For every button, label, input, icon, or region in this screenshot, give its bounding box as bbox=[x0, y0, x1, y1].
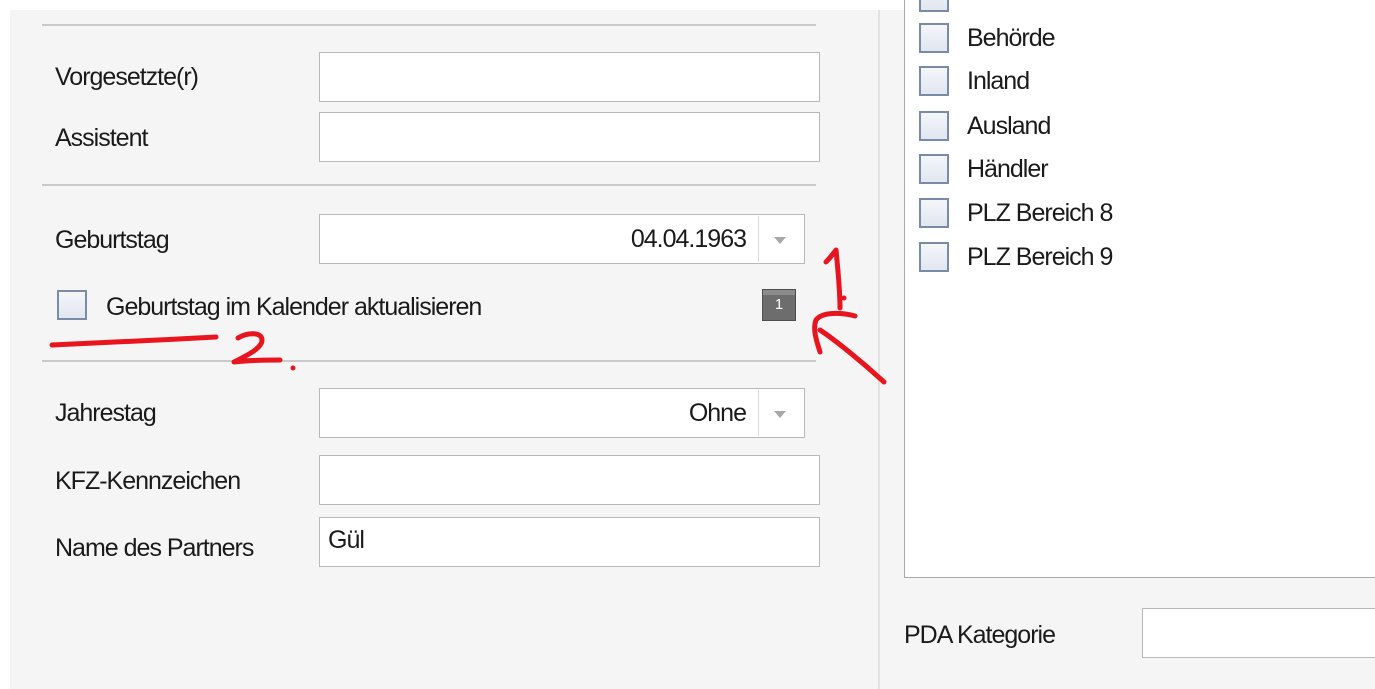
chevron-down-icon bbox=[774, 411, 786, 418]
pda-category-input[interactable] bbox=[1142, 608, 1375, 658]
license-plate-label: KFZ-Kennzeichen bbox=[55, 467, 241, 495]
category-label: Händler bbox=[967, 155, 1049, 183]
category-checkbox[interactable] bbox=[919, 111, 949, 141]
counter-badge[interactable]: 1 bbox=[762, 289, 796, 321]
assistant-label: Assistent bbox=[55, 124, 148, 152]
category-list[interactable]: Behörde Inland Ausland Händler PLZ Berei… bbox=[904, 0, 1375, 578]
anniversary-label: Jahrestag bbox=[55, 399, 157, 427]
category-label: PLZ Bereich 8 bbox=[967, 199, 1113, 227]
license-plate-input[interactable] bbox=[319, 455, 820, 505]
anniversary-select[interactable]: Ohne bbox=[319, 388, 805, 438]
category-checkbox-partial[interactable] bbox=[919, 0, 949, 12]
birthday-date-picker[interactable]: 04.04.1963 bbox=[319, 214, 805, 264]
partner-name-label: Name des Partners bbox=[55, 534, 254, 562]
birthday-calendar-checkbox-label[interactable]: Geburtstag im Kalender aktualisieren bbox=[106, 292, 482, 322]
birthday-label: Geburtstag bbox=[55, 226, 170, 254]
category-label: Behörde bbox=[967, 24, 1056, 52]
supervisor-label: Vorgesetzte(r) bbox=[55, 63, 199, 91]
supervisor-input[interactable] bbox=[319, 52, 820, 102]
category-label: Inland bbox=[967, 67, 1030, 95]
chevron-down-icon bbox=[774, 237, 786, 244]
partner-name-input[interactable]: Gül bbox=[319, 517, 820, 567]
birthday-dropdown-button[interactable] bbox=[758, 216, 803, 262]
category-checkbox[interactable] bbox=[919, 154, 949, 184]
category-label: PLZ Bereich 9 bbox=[967, 243, 1113, 271]
category-checkbox[interactable] bbox=[919, 23, 949, 53]
anniversary-dropdown-button[interactable] bbox=[758, 390, 803, 436]
category-checkbox[interactable] bbox=[919, 66, 949, 96]
anniversary-value: Ohne bbox=[688, 399, 747, 427]
separator-top bbox=[42, 24, 816, 26]
birthday-value: 04.04.1963 bbox=[630, 225, 747, 253]
separator-middle bbox=[42, 184, 816, 186]
separator-lower bbox=[42, 360, 816, 362]
birthday-calendar-checkbox[interactable] bbox=[57, 290, 87, 320]
assistant-input[interactable] bbox=[319, 112, 820, 162]
category-checkbox[interactable] bbox=[919, 198, 949, 228]
category-label: Ausland bbox=[967, 112, 1051, 140]
pda-category-label: PDA Kategorie bbox=[904, 621, 1056, 649]
category-checkbox[interactable] bbox=[919, 242, 949, 272]
